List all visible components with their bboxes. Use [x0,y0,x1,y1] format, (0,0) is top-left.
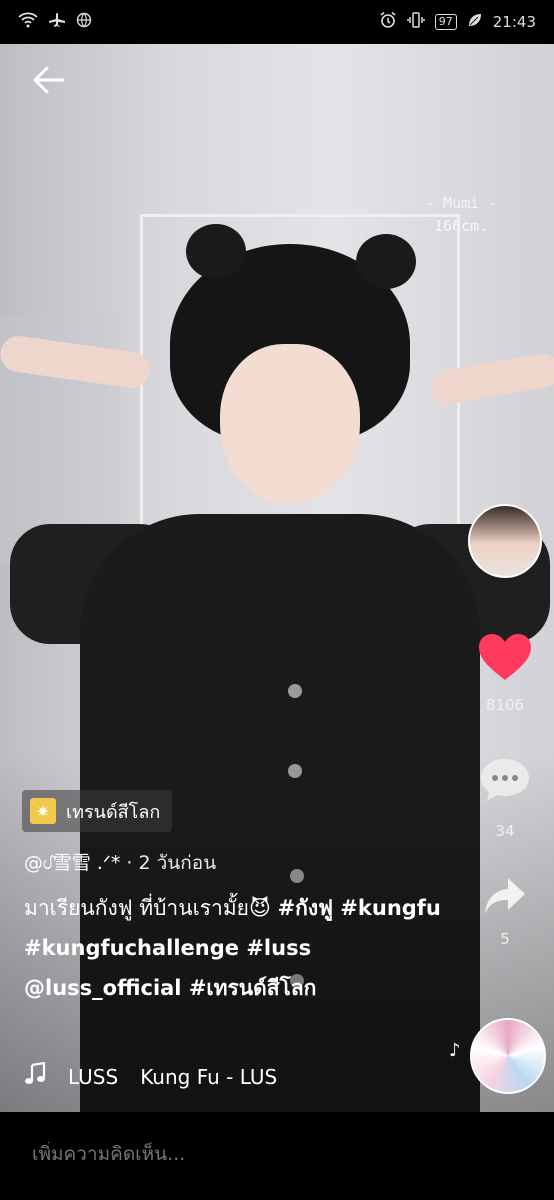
post-caption: มาเรียนกังฟู ที่บ้านเรามั้ย😈 #กังฟู #kun… [24,888,444,1008]
watermark-line-1: - Mumi - [425,194,498,212]
alarm-icon [379,11,397,33]
author-name[interactable]: @ᦔ雪雪 .ᐟ* [24,852,120,874]
comment-bar [0,1112,554,1200]
person-hair-bun-left [186,224,246,279]
watermark-line-2: 166cm. [434,217,489,235]
caption-text: มาเรียนกังฟู ที่บ้านเรามั้ย😈 [24,896,278,920]
music-disc[interactable] [470,1018,546,1094]
person-hair-bun-right [356,234,416,289]
comment-input[interactable] [30,1142,514,1166]
creator-avatar[interactable] [468,504,542,578]
vibrate-icon [407,11,425,33]
back-arrow-icon [33,66,65,94]
video-watermark: - Mumi - 166cm. [425,192,497,238]
leaf-icon [467,12,483,32]
trend-badge[interactable]: ✷ เทรนด์สีโลก [22,790,173,832]
comment-count: 34 [495,822,515,840]
status-right: 97 21:43 [379,11,536,33]
globe-icon [76,12,92,32]
status-bar: 97 21:43 [0,0,554,44]
like-button[interactable]: 8106 [468,632,542,714]
share-button[interactable]: 5 [468,874,542,948]
status-left [18,12,92,32]
music-note-small-icon: ♪ [449,1040,461,1061]
music-note-icon [24,1061,46,1091]
share-arrow-icon [485,878,525,914]
post-time: · 2 วันก่อน [120,852,217,874]
wifi-icon [18,12,38,32]
comment-button[interactable]: 34 [468,756,542,840]
airplane-icon [48,12,66,32]
music-info[interactable]: LUSS Kung Fu - LUS [24,1061,278,1091]
sparkle-icon: ✷ [30,798,56,824]
person-face [220,344,360,504]
share-count: 5 [500,930,510,948]
back-button[interactable] [28,60,68,100]
battery-indicator: 97 [434,14,457,30]
dress-button [288,684,302,698]
heart-icon [479,634,531,680]
music-title: Kung Fu - LUS [140,1064,278,1089]
trend-label: เทรนด์สีโลก [66,801,161,823]
author-line[interactable]: @ᦔ雪雪 .ᐟ* · 2 วันก่อน [24,848,216,878]
like-count: 8106 [485,696,525,714]
comment-bubble-icon [481,759,529,801]
music-artist: LUSS [68,1064,119,1089]
clock-time: 21:43 [492,13,536,31]
